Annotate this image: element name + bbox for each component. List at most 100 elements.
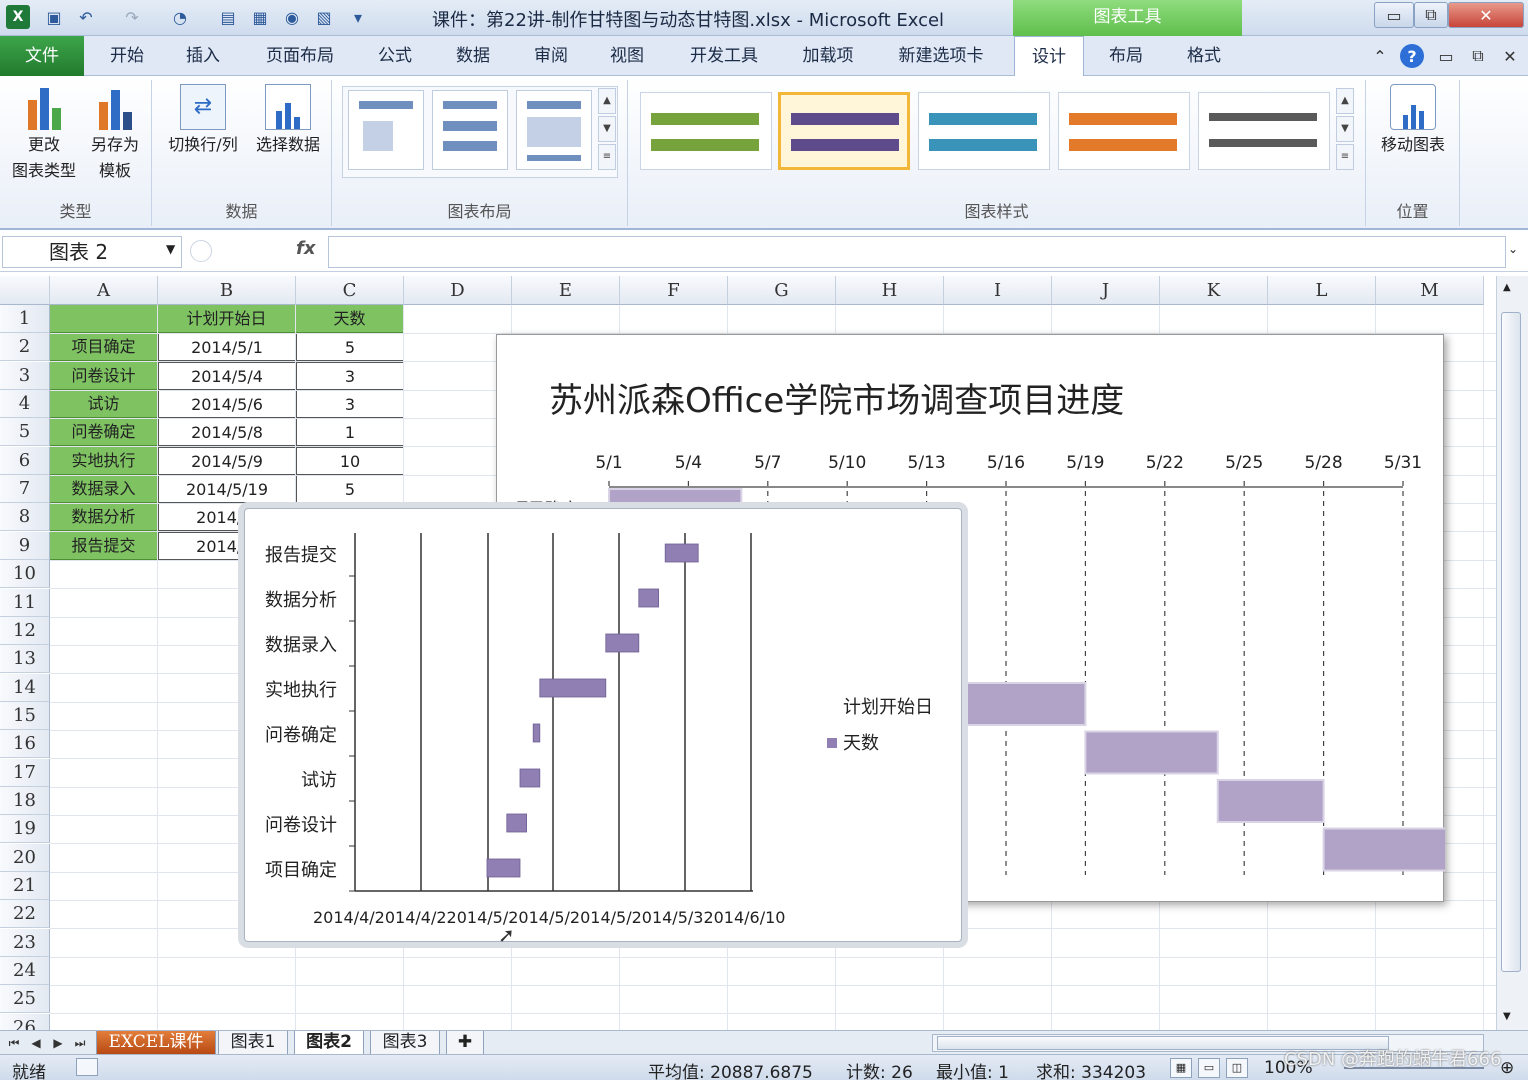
print-preview-icon[interactable]: ▤ (216, 5, 240, 29)
row-header-25[interactable]: 25 (0, 985, 50, 1014)
table-cell[interactable]: 试访 (50, 390, 158, 419)
tab-view[interactable]: 视图 (596, 36, 658, 76)
row-header-9[interactable]: 9 (0, 531, 50, 560)
table-cell[interactable]: 1 (296, 418, 404, 447)
macro-record-icon[interactable] (76, 1058, 98, 1076)
name-box-dropdown-icon[interactable]: ▼ (166, 242, 175, 256)
column-header-E[interactable]: E (512, 276, 620, 305)
column-header-B[interactable]: B (158, 276, 296, 305)
table-header-cell[interactable]: 计划开始日 (158, 305, 296, 333)
row-header-8[interactable]: 8 (0, 503, 50, 532)
vertical-scrollbar[interactable]: ▲ ▼ (1496, 276, 1528, 1030)
row-header-12[interactable]: 12 (0, 616, 50, 645)
prev-sheet-icon[interactable]: ◀ (28, 1034, 44, 1052)
row-header-14[interactable]: 14 (0, 673, 50, 702)
column-header-I[interactable]: I (944, 276, 1052, 305)
sheet-tab-chart1[interactable]: 图表1 (218, 1031, 288, 1055)
workbook-minimize-icon[interactable]: ▭ (1434, 44, 1458, 68)
excel-app-icon[interactable]: X (6, 5, 30, 29)
table-cell[interactable]: 2014/5/9 (158, 446, 296, 475)
tab-design[interactable]: 设计 (1014, 36, 1084, 76)
scroll-down-icon[interactable]: ▼ (1503, 1011, 1511, 1022)
style-gallery-up[interactable]: ▲ (1336, 88, 1354, 114)
row-header-5[interactable]: 5 (0, 418, 50, 447)
formula-input[interactable] (328, 236, 1506, 268)
layout-gallery-more[interactable]: ≡ (598, 144, 616, 170)
table-cell[interactable]: 问卷确定 (50, 418, 158, 447)
chart-icon[interactable]: ▧ (312, 5, 336, 29)
table-cell[interactable]: 3 (296, 361, 404, 390)
tab-new-tab[interactable]: 新建选项卡 (888, 36, 994, 76)
column-header-L[interactable]: L (1268, 276, 1376, 305)
change-chart-type-button[interactable]: 更改 图表类型 (4, 80, 84, 184)
style-blue-thumbnail[interactable] (918, 92, 1050, 170)
layout-gallery-up[interactable]: ▲ (598, 88, 616, 114)
gantt-chart-draft[interactable]: 报告提交 数据分析 数据录入 实地执行 问卷确定 试访 问卷设计 项目确定 2014/4/201… (244, 508, 962, 942)
tab-review[interactable]: 审阅 (520, 36, 582, 76)
row-header-11[interactable]: 11 (0, 588, 50, 617)
normal-view-icon[interactable]: ▦ (1170, 1058, 1192, 1078)
row-header-17[interactable]: 17 (0, 758, 50, 787)
select-data-button[interactable]: 选择数据 (248, 80, 328, 158)
save-icon[interactable]: ▣ (42, 5, 66, 29)
next-sheet-icon[interactable]: ▶ (50, 1034, 66, 1052)
row-header-21[interactable]: 21 (0, 872, 50, 900)
ribbon-collapse-icon[interactable]: ⌃ (1368, 44, 1392, 68)
table-cell[interactable]: 2014/5/6 (158, 390, 296, 419)
row-header-3[interactable]: 3 (0, 361, 50, 390)
layout-1-thumbnail[interactable] (348, 90, 424, 170)
save-as-template-button[interactable]: 另存为 模板 (84, 80, 146, 184)
page-layout-view-icon[interactable]: ▭ (1198, 1058, 1220, 1078)
select-all-corner[interactable] (0, 276, 50, 305)
row-header-20[interactable]: 20 (0, 843, 50, 872)
table-cell[interactable]: 2014/5/8 (158, 418, 296, 447)
insert-sheet-icon[interactable]: ✚ (446, 1031, 484, 1055)
zoom-in-icon[interactable]: ⊕ (1500, 1058, 1514, 1078)
last-sheet-icon[interactable]: ⏭ (72, 1034, 88, 1052)
row-header-13[interactable]: 13 (0, 645, 50, 674)
row-header-23[interactable]: 23 (0, 928, 50, 957)
tab-file[interactable]: 文件 (0, 36, 84, 76)
formula-cancel-icon[interactable] (190, 240, 212, 262)
table-cell[interactable]: 10 (296, 446, 404, 475)
page-break-view-icon[interactable]: ◫ (1226, 1058, 1248, 1078)
table-cell[interactable]: 2014/5/4 (158, 361, 296, 390)
redo-icon[interactable]: ↷ (120, 5, 144, 29)
column-header-D[interactable]: D (404, 276, 512, 305)
name-box[interactable]: 图表 2 (2, 236, 182, 268)
row-header-4[interactable]: 4 (0, 390, 50, 419)
formula-expand-icon[interactable]: ⌄ (1508, 242, 1518, 256)
row-header-7[interactable]: 7 (0, 475, 50, 504)
row-header-19[interactable]: 19 (0, 815, 50, 844)
close-button[interactable]: ✕ (1448, 2, 1524, 28)
table-cell[interactable]: 实地执行 (50, 446, 158, 475)
restore-button[interactable]: ⧉ (1414, 2, 1448, 28)
row-header-2[interactable]: 2 (0, 333, 50, 362)
tab-formulas[interactable]: 公式 (364, 36, 426, 76)
table-header-cell[interactable]: 天数 (296, 305, 404, 333)
table-cell[interactable]: 数据分析 (50, 503, 158, 532)
table-header-cell[interactable] (50, 305, 158, 333)
column-header-K[interactable]: K (1160, 276, 1268, 305)
help-icon[interactable]: ? (1400, 44, 1424, 68)
column-header-H[interactable]: H (836, 276, 944, 305)
row-header-22[interactable]: 22 (0, 900, 50, 929)
tab-developer[interactable]: 开发工具 (680, 36, 768, 76)
sheet-tab-chart2[interactable]: 图表2 (294, 1031, 364, 1055)
column-header-M[interactable]: M (1376, 276, 1484, 305)
tab-addins[interactable]: 加载项 (790, 36, 866, 76)
tab-page-layout[interactable]: 页面布局 (256, 36, 344, 76)
style-gallery-more[interactable]: ≡ (1336, 144, 1354, 170)
customize-quick-access-icon[interactable]: ▾ (346, 5, 370, 29)
sheet-tab-chart3[interactable]: 图表3 (370, 1031, 440, 1055)
layout-3-thumbnail[interactable] (516, 90, 592, 170)
style-purple-thumbnail[interactable] (778, 92, 910, 170)
sheet-tab-excel-course[interactable]: EXCEL课件 (96, 1031, 216, 1055)
insert-function-icon[interactable]: fx (296, 238, 315, 259)
style-orange-thumbnail[interactable] (1058, 92, 1190, 170)
tab-layout[interactable]: 布局 (1094, 36, 1158, 76)
row-header-26[interactable]: 26 (0, 1013, 50, 1030)
row-header-10[interactable]: 10 (0, 560, 50, 589)
column-header-J[interactable]: J (1052, 276, 1160, 305)
table-cell[interactable]: 2014/5/19 (158, 475, 296, 504)
